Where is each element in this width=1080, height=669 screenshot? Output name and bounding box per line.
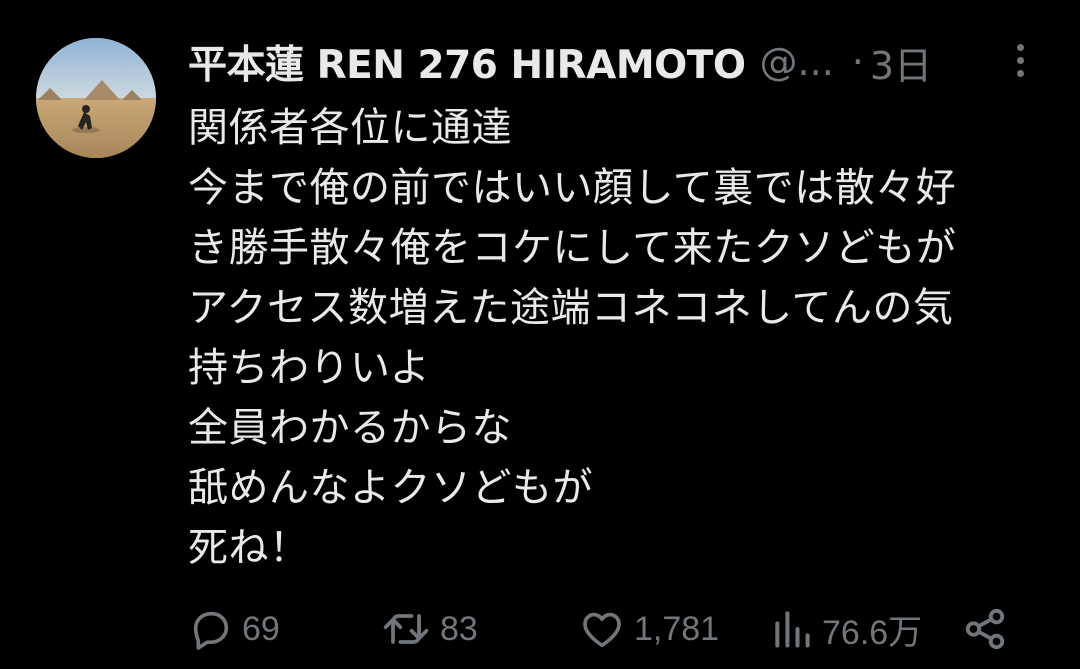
reply-count: 69 [242,609,280,648]
tweet-text: 関係者各位に通達 今まで俺の前ではいい顔して裏では散々好 き勝手散々俺をコケにし… [188,98,1058,578]
tweet-header: 平本蓮 REN 276 HIRAMOTO @... · 3日 [188,38,932,88]
reply-bubble-icon [193,611,229,650]
reply-button[interactable]: 69 [188,604,280,654]
user-handle[interactable]: @... [760,40,834,84]
tweet-text-line: 全員わかるからな [188,405,512,451]
tweet[interactable]: 平本蓮 REN 276 HIRAMOTO @... · 3日 関係者各位に通達 … [0,0,1080,669]
header-separator: · [851,40,864,84]
more-dot [1016,69,1024,77]
views-bars-icon [775,611,810,648]
retweet-icon [383,614,429,644]
tweet-text-line: 今まで俺の前ではいい顔して裏では散々好 [188,165,957,211]
heart-icon [583,612,621,648]
more-dot [1016,56,1024,64]
retweet-count: 83 [440,609,478,648]
avatar-image [36,38,156,158]
views-count: 76.6万 [822,613,923,652]
more-dot [1016,43,1024,51]
more-dots-icon[interactable] [1004,38,1036,82]
views-button[interactable]: 76.6万 [770,604,922,654]
display-name[interactable]: 平本蓮 REN 276 HIRAMOTO [188,34,746,90]
timestamp[interactable]: 3日 [870,35,932,90]
tweet-text-line: アクセス数増えた途端コネコネしてんの気 [188,285,954,331]
like-count: 1,781 [634,609,720,648]
retweet-button[interactable]: 83 [380,604,478,654]
like-button[interactable]: 1,781 [578,604,719,654]
tweet-text-line: 持ちわりいよ [188,345,431,391]
tweet-text-line: き勝手散々俺をコケにして来たクソどもが [188,225,957,271]
avatar[interactable] [36,38,156,158]
share-icon [965,608,1005,650]
action-bar: 69 83 1,781 76.6万 [188,604,1018,654]
tweet-text-line: 舐めんなよクソどもが [188,465,593,511]
tweet-text-line: 関係者各位に通達 [188,105,512,151]
share-button[interactable] [962,604,1008,654]
tweet-text-line: 死ね！ [188,525,310,571]
